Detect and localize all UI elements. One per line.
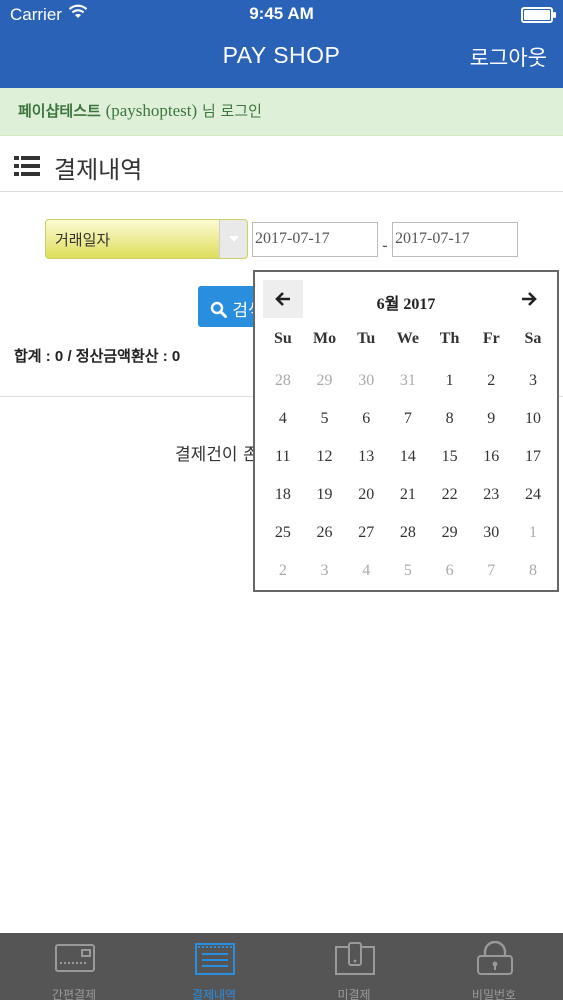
app-header: Carrier 9:45 AM PAY SHOP 로그아웃 bbox=[0, 0, 563, 88]
calendar-day[interactable]: 26 bbox=[304, 514, 346, 552]
arrow-left-icon bbox=[275, 292, 290, 306]
calendar-day[interactable]: 22 bbox=[429, 476, 471, 514]
calendar-day[interactable]: 4 bbox=[345, 552, 387, 590]
calendar-day[interactable]: 19 bbox=[304, 476, 346, 514]
calendar-day[interactable]: 2 bbox=[470, 362, 512, 400]
tab-label: 미결제 bbox=[337, 988, 371, 1000]
date-type-value: 거래일자 bbox=[55, 231, 111, 249]
status-bar: Carrier 9:45 AM bbox=[0, 0, 563, 30]
weekday-header: Th bbox=[439, 330, 460, 347]
calendar-day[interactable]: 6 bbox=[429, 552, 471, 590]
calendar-day[interactable]: 3 bbox=[512, 362, 554, 400]
receipt-list-icon bbox=[195, 943, 235, 975]
calendar-day[interactable]: 7 bbox=[387, 400, 429, 438]
calendar-day[interactable]: 20 bbox=[345, 476, 387, 514]
search-button[interactable]: 검색 bbox=[198, 286, 258, 327]
calendar-day[interactable]: 5 bbox=[304, 400, 346, 438]
calendar-day[interactable]: 9 bbox=[470, 400, 512, 438]
calendar-day[interactable]: 8 bbox=[512, 552, 554, 590]
tab-quick-pay[interactable]: 간편결제 bbox=[4, 933, 144, 1000]
calendar-day[interactable]: 23 bbox=[470, 476, 512, 514]
page-title: 결제내역 bbox=[54, 156, 143, 184]
datepicker-popup: 6월 2017 Su Mo Tu We Th Fr Sa 28 29 30 31 1 2 3 4 5 6 7 8 9 1… bbox=[253, 270, 559, 592]
tab-bar: 간편결제 결제내역 미결제 비밀번호 bbox=[0, 933, 563, 1000]
calendar-day[interactable]: 27 bbox=[345, 514, 387, 552]
start-date-input[interactable]: 2017-07-17 bbox=[252, 222, 378, 257]
login-status-bar: 페이샵테스트 (payshoptest) 님 로그인 bbox=[0, 88, 563, 136]
end-date-input[interactable]: 2017-07-17 bbox=[392, 222, 518, 257]
calendar-day[interactable]: 8 bbox=[429, 400, 471, 438]
date-type-select[interactable]: 거래일자 bbox=[45, 219, 248, 259]
empty-message: 결제건이 존재하지 않습니다. bbox=[175, 445, 255, 465]
chevron-down-icon[interactable] bbox=[219, 220, 247, 258]
datepicker-title[interactable]: 6월 2017 bbox=[315, 290, 497, 314]
tab-label: 비밀번호 bbox=[471, 988, 517, 1000]
lock-icon bbox=[477, 941, 513, 975]
date-range-separator: - bbox=[382, 236, 388, 255]
weekday-header: Su bbox=[273, 330, 292, 347]
tab-label: 결제내역 bbox=[191, 988, 237, 1000]
calendar-day[interactable]: 17 bbox=[512, 438, 554, 476]
prev-month-button[interactable] bbox=[263, 280, 303, 318]
login-suffix: 님 로그인 bbox=[197, 102, 262, 120]
tab-payment-history[interactable]: 결제내역 bbox=[144, 933, 284, 1000]
mobile-device-icon bbox=[335, 942, 375, 975]
weekday-header: Fr bbox=[482, 330, 500, 347]
weekday-header: We bbox=[396, 330, 420, 347]
calendar-day[interactable]: 16 bbox=[470, 438, 512, 476]
card-terminal-icon bbox=[55, 944, 95, 972]
section-header: 결제내역 bbox=[0, 136, 563, 192]
search-icon bbox=[210, 301, 227, 318]
calendar-day[interactable]: 11 bbox=[262, 438, 304, 476]
calendar-day[interactable]: 21 bbox=[387, 476, 429, 514]
calendar-day[interactable]: 18 bbox=[262, 476, 304, 514]
calendar-day[interactable]: 12 bbox=[304, 438, 346, 476]
clock: 9:45 AM bbox=[249, 4, 314, 23]
list-icon bbox=[14, 156, 40, 176]
calendar-day[interactable]: 30 bbox=[470, 514, 512, 552]
logout-button[interactable]: 로그아웃 bbox=[470, 42, 547, 72]
calendar-day[interactable]: 4 bbox=[262, 400, 304, 438]
summary-total: 합계 : 0 / 정산금액환산 : 0 bbox=[14, 348, 181, 365]
calendar-day[interactable]: 3 bbox=[304, 552, 346, 590]
login-user-id: (payshoptest) bbox=[105, 101, 198, 120]
calendar-day[interactable]: 30 bbox=[345, 362, 387, 400]
calendar-day[interactable]: 28 bbox=[262, 362, 304, 400]
arrow-right-icon bbox=[522, 292, 537, 306]
calendar-day[interactable]: 2 bbox=[262, 552, 304, 590]
calendar-day[interactable]: 15 bbox=[429, 438, 471, 476]
tab-password[interactable]: 비밀번호 bbox=[424, 933, 563, 1000]
calendar-day[interactable]: 13 bbox=[345, 438, 387, 476]
calendar-day[interactable]: 6 bbox=[345, 400, 387, 438]
next-month-button[interactable] bbox=[509, 280, 549, 318]
weekday-header: Sa bbox=[524, 330, 542, 347]
login-user-name: 페이샵테스트 bbox=[18, 102, 101, 120]
calendar-day[interactable]: 29 bbox=[304, 362, 346, 400]
calendar-day[interactable]: 14 bbox=[387, 438, 429, 476]
calendar-day[interactable]: 1 bbox=[429, 362, 471, 400]
calendar-day[interactable]: 5 bbox=[387, 552, 429, 590]
calendar-day[interactable]: 31 bbox=[387, 362, 429, 400]
datepicker-grid: Su Mo Tu We Th Fr Sa 28 29 30 31 1 2 3 4 5 6 7 8 9 10 11 12 13 1… bbox=[262, 324, 554, 590]
weekday-header: Mo bbox=[312, 330, 337, 347]
calendar-day[interactable]: 29 bbox=[429, 514, 471, 552]
weekday-header: Tu bbox=[357, 330, 376, 347]
calendar-day[interactable]: 25 bbox=[262, 514, 304, 552]
tab-label: 간편결제 bbox=[51, 988, 97, 1000]
battery-icon bbox=[521, 7, 556, 23]
calendar-day[interactable]: 1 bbox=[512, 514, 554, 552]
calendar-day[interactable]: 28 bbox=[387, 514, 429, 552]
calendar-day[interactable]: 24 bbox=[512, 476, 554, 514]
calendar-day[interactable]: 7 bbox=[470, 552, 512, 590]
calendar-day[interactable]: 10 bbox=[512, 400, 554, 438]
tab-unpaid[interactable]: 미결제 bbox=[284, 933, 424, 1000]
